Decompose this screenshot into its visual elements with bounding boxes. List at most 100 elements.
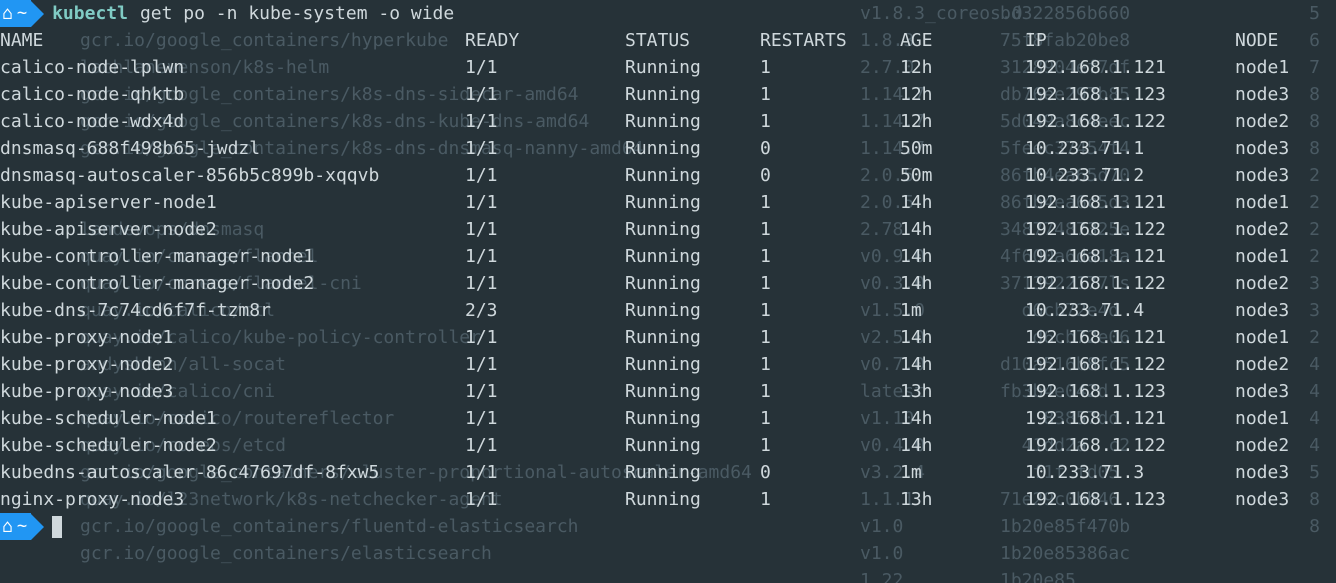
cell-ip: 192.168.1.121 — [1025, 189, 1235, 216]
home-icon — [2, 513, 13, 541]
cell-ready: 1/1 — [465, 108, 625, 135]
cell-name: kube-scheduler-node2 — [0, 432, 465, 459]
cell-age: 50m — [900, 135, 1025, 162]
cell-ip: 192.168.1.123 — [1025, 81, 1235, 108]
cell-status: Running — [625, 486, 760, 513]
cell-node: node1 — [1235, 324, 1336, 351]
cell-name: kube-dns-7c74cd6f7f-tzm8r — [0, 297, 465, 324]
cell-ip: 192.168.1.123 — [1025, 378, 1235, 405]
cell-ip: 192.168.1.122 — [1025, 270, 1235, 297]
cell-node: node1 — [1235, 405, 1336, 432]
cell-node: node3 — [1235, 378, 1336, 405]
prompt-home-segment: ~ — [0, 0, 31, 27]
table-row: kube-apiserver-node21/1Running114h192.16… — [0, 216, 1336, 243]
cell-ip: 192.168.1.121 — [1025, 324, 1235, 351]
prompt-arrow-icon — [31, 514, 44, 540]
cell-ready: 1/1 — [465, 459, 625, 486]
command-name[interactable]: kubectl — [52, 0, 128, 27]
command-args[interactable]: get po -n kube-system -o wide — [140, 0, 454, 27]
cell-ready: 1/1 — [465, 243, 625, 270]
cell-name: kubedns-autoscaler-86c47697df-8fxw5 — [0, 459, 465, 486]
cell-restarts: 0 — [760, 135, 900, 162]
cell-node: node3 — [1235, 486, 1336, 513]
cell-age: 14h — [900, 324, 1025, 351]
cell-ip: 192.168.1.122 — [1025, 216, 1235, 243]
cell-node: node2 — [1235, 351, 1336, 378]
cell-age: 1m — [900, 459, 1025, 486]
cell-ready: 1/1 — [465, 405, 625, 432]
cell-ready: 1/1 — [465, 378, 625, 405]
cell-node: node1 — [1235, 54, 1336, 81]
prompt-path: ~ — [17, 513, 27, 540]
cell-restarts: 1 — [760, 324, 900, 351]
prompt-line-2[interactable]: ~ — [0, 513, 1336, 540]
cell-age: 13h — [900, 486, 1025, 513]
cell-age: 14h — [900, 189, 1025, 216]
output-header-row: NAME READY STATUS RESTARTS AGE IP NODE — [0, 27, 1336, 54]
cell-status: Running — [625, 351, 760, 378]
cell-name: nginx-proxy-node3 — [0, 486, 465, 513]
cell-status: Running — [625, 378, 760, 405]
table-row: calico-node-qhktb1/1Running112h192.168.1… — [0, 81, 1336, 108]
cell-name: kube-apiserver-node1 — [0, 189, 465, 216]
table-row: kube-proxy-node31/1Running113h192.168.1.… — [0, 378, 1336, 405]
cell-ready: 1/1 — [465, 189, 625, 216]
cell-ip: 192.168.1.122 — [1025, 108, 1235, 135]
cell-ip: 10.233.71.3 — [1025, 459, 1235, 486]
cell-name: calico-node-lplwn — [0, 54, 465, 81]
cell-node: node2 — [1235, 432, 1336, 459]
cell-age: 12h — [900, 54, 1025, 81]
cell-ready: 1/1 — [465, 486, 625, 513]
cell-node: node3 — [1235, 135, 1336, 162]
cell-ip: 192.168.1.121 — [1025, 54, 1235, 81]
table-row: kube-proxy-node11/1Running114h192.168.1.… — [0, 324, 1336, 351]
table-row: kube-dns-7c74cd6f7f-tzm8r2/3Running11m10… — [0, 297, 1336, 324]
cell-ip: 192.168.1.122 — [1025, 351, 1235, 378]
prompt-arrow-icon — [31, 1, 44, 27]
cell-restarts: 1 — [760, 54, 900, 81]
table-row: dnsmasq-autoscaler-856b5c899b-xqqvb1/1Ru… — [0, 162, 1336, 189]
cell-restarts: 1 — [760, 405, 900, 432]
cell-ready: 1/1 — [465, 270, 625, 297]
cell-age: 14h — [900, 405, 1025, 432]
col-header-node: NODE — [1235, 27, 1336, 54]
cell-status: Running — [625, 243, 760, 270]
col-header-status: STATUS — [625, 27, 760, 54]
table-row: kube-controller-manager-node11/1Running1… — [0, 243, 1336, 270]
cell-status: Running — [625, 270, 760, 297]
cell-age: 14h — [900, 351, 1025, 378]
cell-status: Running — [625, 81, 760, 108]
col-header-restarts: RESTARTS — [760, 27, 900, 54]
cell-status: Running — [625, 216, 760, 243]
cell-name: dnsmasq-autoscaler-856b5c899b-xqqvb — [0, 162, 465, 189]
cell-name: kube-proxy-node1 — [0, 324, 465, 351]
terminal-cursor[interactable] — [52, 516, 62, 538]
cell-age: 13h — [900, 378, 1025, 405]
cell-ready: 1/1 — [465, 324, 625, 351]
col-header-age: AGE — [900, 27, 1025, 54]
cell-ready: 1/1 — [465, 162, 625, 189]
cell-ip: 192.168.1.121 — [1025, 243, 1235, 270]
cell-restarts: 0 — [760, 162, 900, 189]
table-row: kubedns-autoscaler-86c47697df-8fxw51/1Ru… — [0, 459, 1336, 486]
table-row: kube-scheduler-node11/1Running114h192.16… — [0, 405, 1336, 432]
cell-restarts: 0 — [760, 459, 900, 486]
cell-node: node3 — [1235, 459, 1336, 486]
cell-status: Running — [625, 189, 760, 216]
cell-status: Running — [625, 432, 760, 459]
cell-restarts: 1 — [760, 486, 900, 513]
cell-status: Running — [625, 324, 760, 351]
cell-node: node3 — [1235, 81, 1336, 108]
cell-ready: 2/3 — [465, 297, 625, 324]
cell-ip: 10.233.71.2 — [1025, 162, 1235, 189]
cell-status: Running — [625, 135, 760, 162]
cell-status: Running — [625, 54, 760, 81]
prompt-line-1: ~ kubectl get po -n kube-system -o wide — [0, 0, 1336, 27]
cell-restarts: 1 — [760, 351, 900, 378]
cell-age: 14h — [900, 216, 1025, 243]
table-row: kube-proxy-node21/1Running114h192.168.1.… — [0, 351, 1336, 378]
cell-status: Running — [625, 459, 760, 486]
cell-ip: 192.168.1.123 — [1025, 486, 1235, 513]
cell-name: kube-controller-manager-node2 — [0, 270, 465, 297]
cell-status: Running — [625, 405, 760, 432]
